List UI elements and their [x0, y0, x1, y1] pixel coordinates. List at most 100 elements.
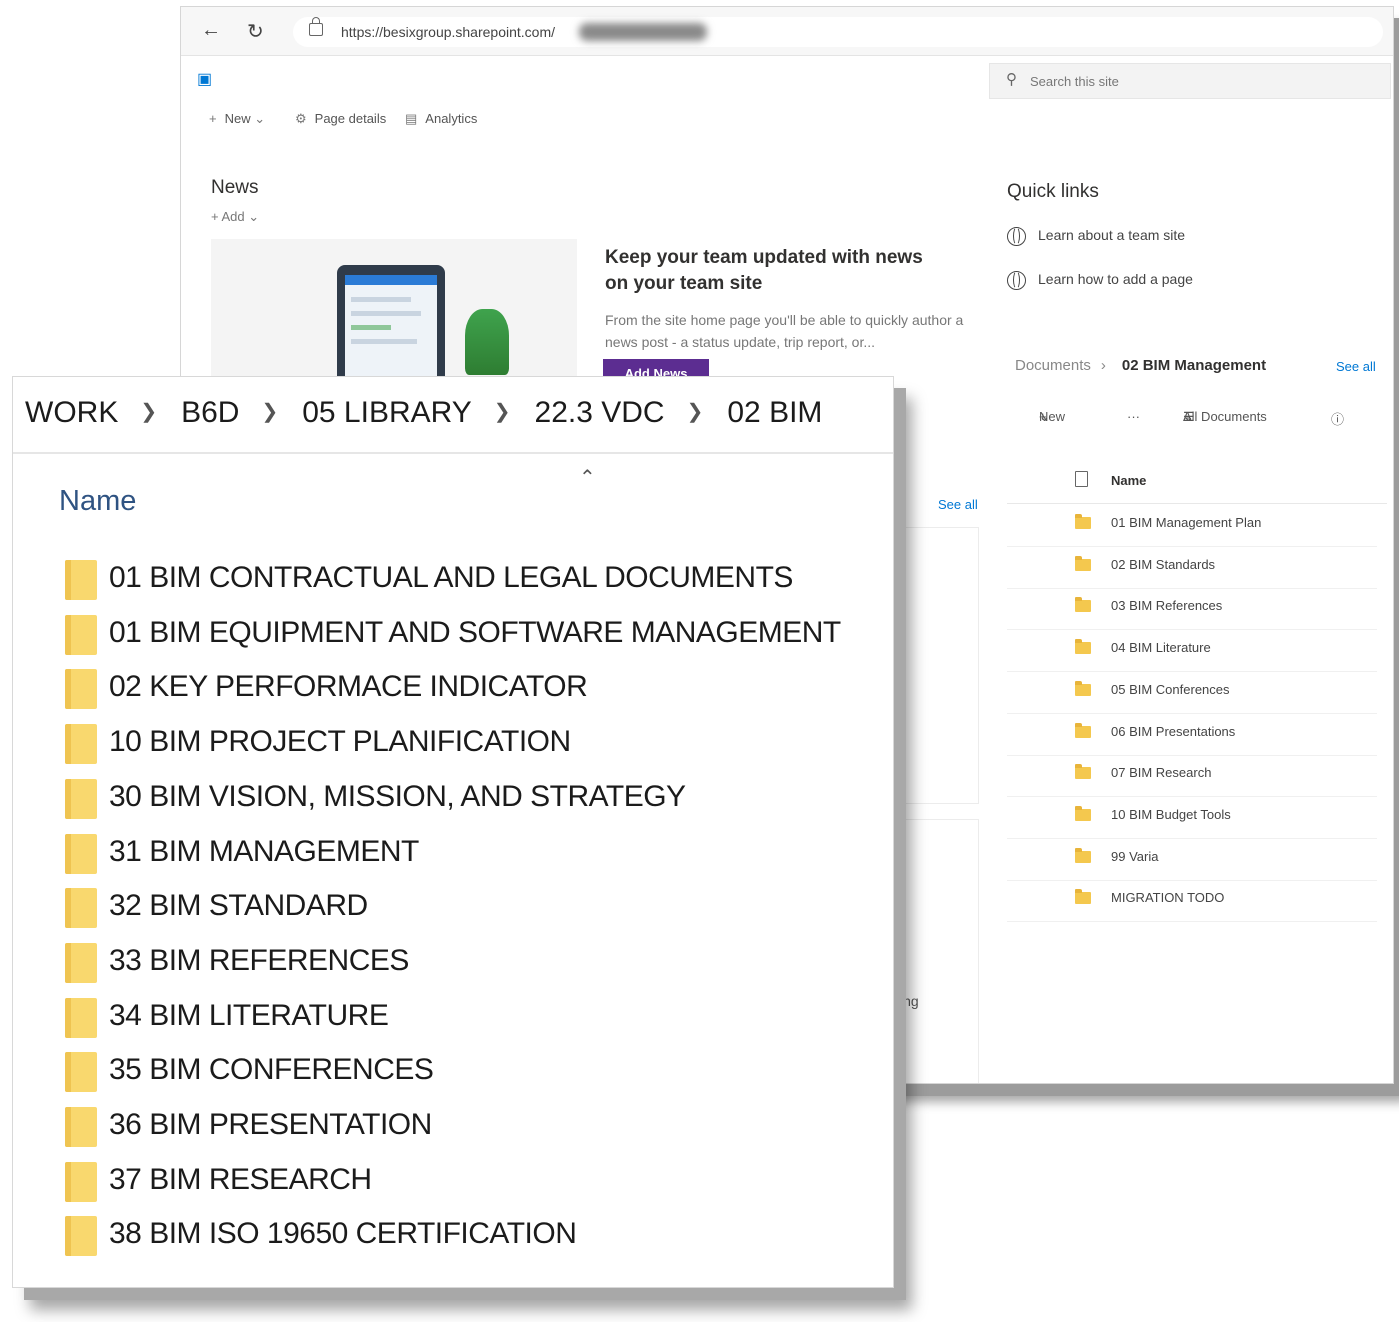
folder-icon: [65, 1216, 97, 1257]
news-card-text: M: [893, 701, 905, 717]
chevron-right-icon[interactable]: ❯: [494, 399, 511, 424]
chevron-right-icon[interactable]: ❯: [140, 399, 157, 424]
news-body-text: From the site home page you'll be able t…: [605, 312, 964, 350]
folder-row[interactable]: 01 BIM EQUIPMENT AND SOFTWARE MANAGEMENT: [63, 612, 863, 660]
search-input[interactable]: Search this site: [1030, 74, 1119, 89]
folder-name[interactable]: 32 BIM STANDARD: [109, 889, 368, 923]
news-section-title: News: [211, 177, 259, 198]
globe-icon: [1007, 271, 1026, 290]
gear-icon: ⚙: [295, 111, 307, 126]
site-search-box[interactable]: ⚲ Search this site: [989, 63, 1391, 99]
news-headline: Keep your team updated with news on your…: [605, 247, 923, 294]
folder-row[interactable]: 33 BIM REFERENCES: [63, 940, 863, 988]
folder-name[interactable]: 02 KEY PERFORMACE INDICATOR: [109, 670, 588, 704]
chevron-right-icon[interactable]: ❯: [261, 399, 278, 424]
folder-name[interactable]: 10 BIM PROJECT PLANIFICATION: [109, 725, 571, 759]
folder-row[interactable]: 38 BIM ISO 19650 CERTIFICATION: [63, 1213, 863, 1261]
documents-new-button[interactable]: + New ⌄: [1039, 409, 1065, 425]
document-folder-row[interactable]: 99 Varia: [1007, 839, 1377, 881]
documents-see-all-link[interactable]: See all: [1336, 359, 1376, 374]
document-folder-name[interactable]: 04 BIM Literature: [1111, 640, 1211, 655]
name-column-header[interactable]: Name: [59, 485, 136, 518]
documents-breadcrumb-root[interactable]: Documents: [1015, 357, 1091, 374]
folder-row[interactable]: 36 BIM PRESENTATION: [63, 1104, 863, 1152]
app-launcher-icon[interactable]: ▣: [197, 69, 212, 89]
document-folder-name[interactable]: 99 Varia: [1111, 849, 1158, 864]
folder-row[interactable]: 01 BIM CONTRACTUAL AND LEGAL DOCUMENTS: [63, 557, 863, 605]
divider: [13, 452, 893, 454]
document-folder-name[interactable]: 03 BIM References: [1111, 598, 1222, 613]
folder-row[interactable]: 10 BIM PROJECT PLANIFICATION: [63, 721, 863, 769]
file-type-icon: [1075, 471, 1088, 487]
news-card[interactable]: [891, 527, 979, 804]
folder-row[interactable]: 02 KEY PERFORMACE INDICATOR: [63, 666, 863, 714]
news-see-all-link[interactable]: See all: [938, 497, 978, 512]
document-folder-name[interactable]: 05 BIM Conferences: [1111, 682, 1230, 697]
document-folder-name[interactable]: 06 BIM Presentations: [1111, 724, 1235, 739]
document-folder-row[interactable]: MIGRATION TODO: [1007, 880, 1377, 923]
document-folder-row[interactable]: 06 BIM Presentations: [1007, 714, 1377, 756]
breadcrumb-05-library[interactable]: 05 LIBRARY: [302, 396, 472, 430]
folder-row[interactable]: 35 BIM CONFERENCES: [63, 1049, 863, 1097]
redacted-url-segment: [579, 23, 707, 41]
document-folder-row[interactable]: 10 BIM Budget Tools: [1007, 797, 1377, 839]
chevron-right-icon[interactable]: ❯: [687, 399, 704, 424]
more-options-button[interactable]: ···: [1127, 409, 1140, 424]
analytics-command[interactable]: ▤ Analytics: [405, 111, 477, 127]
document-folder-row[interactable]: 05 BIM Conferences: [1007, 672, 1377, 714]
breadcrumb-02-bim[interactable]: 02 BIM: [727, 396, 822, 430]
quick-link-item[interactable]: Learn about a team site: [1007, 227, 1185, 246]
folder-name[interactable]: 30 BIM VISION, MISSION, AND STRATEGY: [109, 780, 686, 814]
document-folder-row[interactable]: 02 BIM Standards: [1007, 547, 1377, 589]
folder-row[interactable]: 37 BIM RESEARCH: [63, 1159, 863, 1207]
documents-column-header: Name: [1007, 467, 1387, 504]
folder-icon: [65, 669, 97, 710]
document-folder-row[interactable]: 03 BIM References: [1007, 588, 1377, 631]
page-details-command[interactable]: ⚙ Page details: [295, 111, 386, 127]
breadcrumb-work[interactable]: WORK: [25, 396, 118, 430]
documents-breadcrumb-current: 02 BIM Management: [1121, 357, 1267, 374]
folder-name[interactable]: 36 BIM PRESENTATION: [109, 1108, 432, 1142]
view-selector[interactable]: ☰ All Documents ⌄: [1183, 409, 1267, 425]
breadcrumb-22-3-vdc[interactable]: 22.3 VDC: [535, 396, 665, 430]
folder-row[interactable]: 31 BIM MANAGEMENT: [63, 831, 863, 879]
quick-link-item[interactable]: Learn how to add a page: [1007, 271, 1193, 290]
folder-icon: [1075, 555, 1091, 571]
url-text[interactable]: https://besixgroup.sharepoint.com/: [341, 24, 555, 40]
folder-row[interactable]: 34 BIM LITERATURE: [63, 995, 863, 1043]
folder-name[interactable]: 33 BIM REFERENCES: [109, 944, 409, 978]
document-folder-name[interactable]: 07 BIM Research: [1111, 765, 1211, 780]
new-command[interactable]: + New ⌄: [209, 111, 273, 127]
folder-name[interactable]: 01 BIM EQUIPMENT AND SOFTWARE MANAGEMENT: [109, 616, 841, 650]
folder-name[interactable]: 01 BIM CONTRACTUAL AND LEGAL DOCUMENTS: [109, 561, 793, 595]
news-illustration: [211, 239, 577, 395]
folder-name[interactable]: 34 BIM LITERATURE: [109, 999, 389, 1033]
sort-ascending-icon[interactable]: ⌃: [579, 465, 596, 490]
folder-row[interactable]: 32 BIM STANDARD: [63, 885, 863, 933]
folder-icon: [65, 778, 97, 819]
folder-icon: [1075, 722, 1091, 738]
document-folder-name[interactable]: MIGRATION TODO: [1111, 890, 1224, 905]
document-folder-row[interactable]: 04 BIM Literature: [1007, 630, 1377, 673]
file-explorer-panel: WORK ❯ B6D ❯ 05 LIBRARY ❯ 22.3 VDC ❯ 02 BIM ⌃ Na…: [12, 376, 894, 1288]
breadcrumb-b6d[interactable]: B6D: [181, 396, 239, 430]
news-card[interactable]: [891, 819, 979, 1083]
folder-row[interactable]: 30 BIM VISION, MISSION, AND STRATEGY: [63, 776, 863, 824]
info-icon[interactable]: ⓘ: [1331, 409, 1344, 428]
folder-name[interactable]: 37 BIM RESEARCH: [109, 1163, 372, 1197]
lock-icon[interactable]: [309, 17, 323, 36]
refresh-icon[interactable]: ↻: [247, 19, 264, 44]
news-add-button[interactable]: + Add ⌄: [211, 209, 259, 225]
folder-name[interactable]: 31 BIM MANAGEMENT: [109, 835, 419, 869]
document-folder-row[interactable]: 07 BIM Research: [1007, 755, 1377, 798]
folder-name[interactable]: 38 BIM ISO 19650 CERTIFICATION: [109, 1217, 577, 1251]
name-column-header[interactable]: Name: [1111, 473, 1146, 488]
folder-name[interactable]: 35 BIM CONFERENCES: [109, 1053, 434, 1087]
document-folder-name[interactable]: 10 BIM Budget Tools: [1111, 807, 1231, 822]
document-folder-name[interactable]: 02 BIM Standards: [1111, 557, 1215, 572]
folder-icon: [1075, 680, 1091, 696]
document-folder-row[interactable]: 01 BIM Management Plan: [1007, 505, 1377, 547]
back-arrow-icon[interactable]: ←: [201, 19, 221, 42]
plus-icon: +: [209, 111, 217, 126]
document-folder-name[interactable]: 01 BIM Management Plan: [1111, 515, 1261, 530]
